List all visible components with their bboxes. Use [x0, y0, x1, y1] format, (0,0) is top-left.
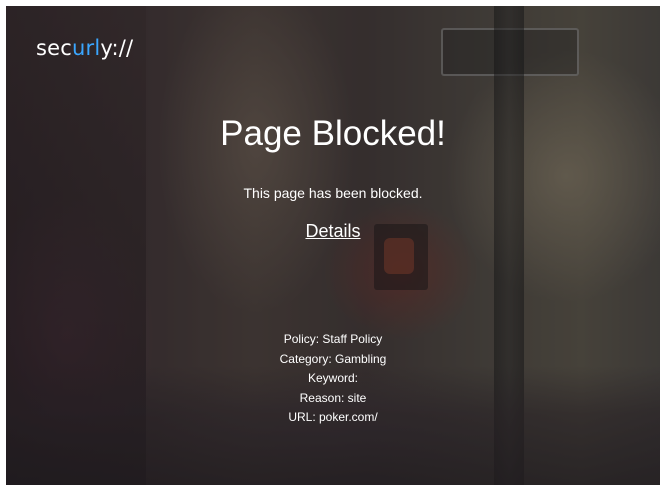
details-container: Details: [6, 221, 660, 242]
browser-viewport: securly:// Page Blocked! This page has b…: [0, 0, 664, 489]
logo-text-end: y://: [100, 36, 134, 60]
category-text: Category: Gambling: [279, 351, 387, 366]
page-title: Page Blocked!: [220, 114, 446, 153]
details-link[interactable]: Details: [305, 221, 360, 241]
block-info: Policy: Staff Policy Category: Gambling …: [6, 330, 660, 428]
policy-text: Policy: Staff Policy: [283, 332, 383, 346]
logo-text-start: sec: [36, 36, 73, 60]
reason-text: Reason: site: [299, 390, 367, 405]
blocked-page: securly:// Page Blocked! This page has b…: [6, 6, 660, 485]
blocked-message: This page has been blocked.: [243, 185, 423, 201]
keyword-text: Keyword:: [307, 371, 359, 385]
logo-text-accent: url: [72, 36, 101, 60]
url-text: URL: poker.com/: [288, 410, 378, 424]
securly-logo: securly://: [36, 36, 133, 60]
